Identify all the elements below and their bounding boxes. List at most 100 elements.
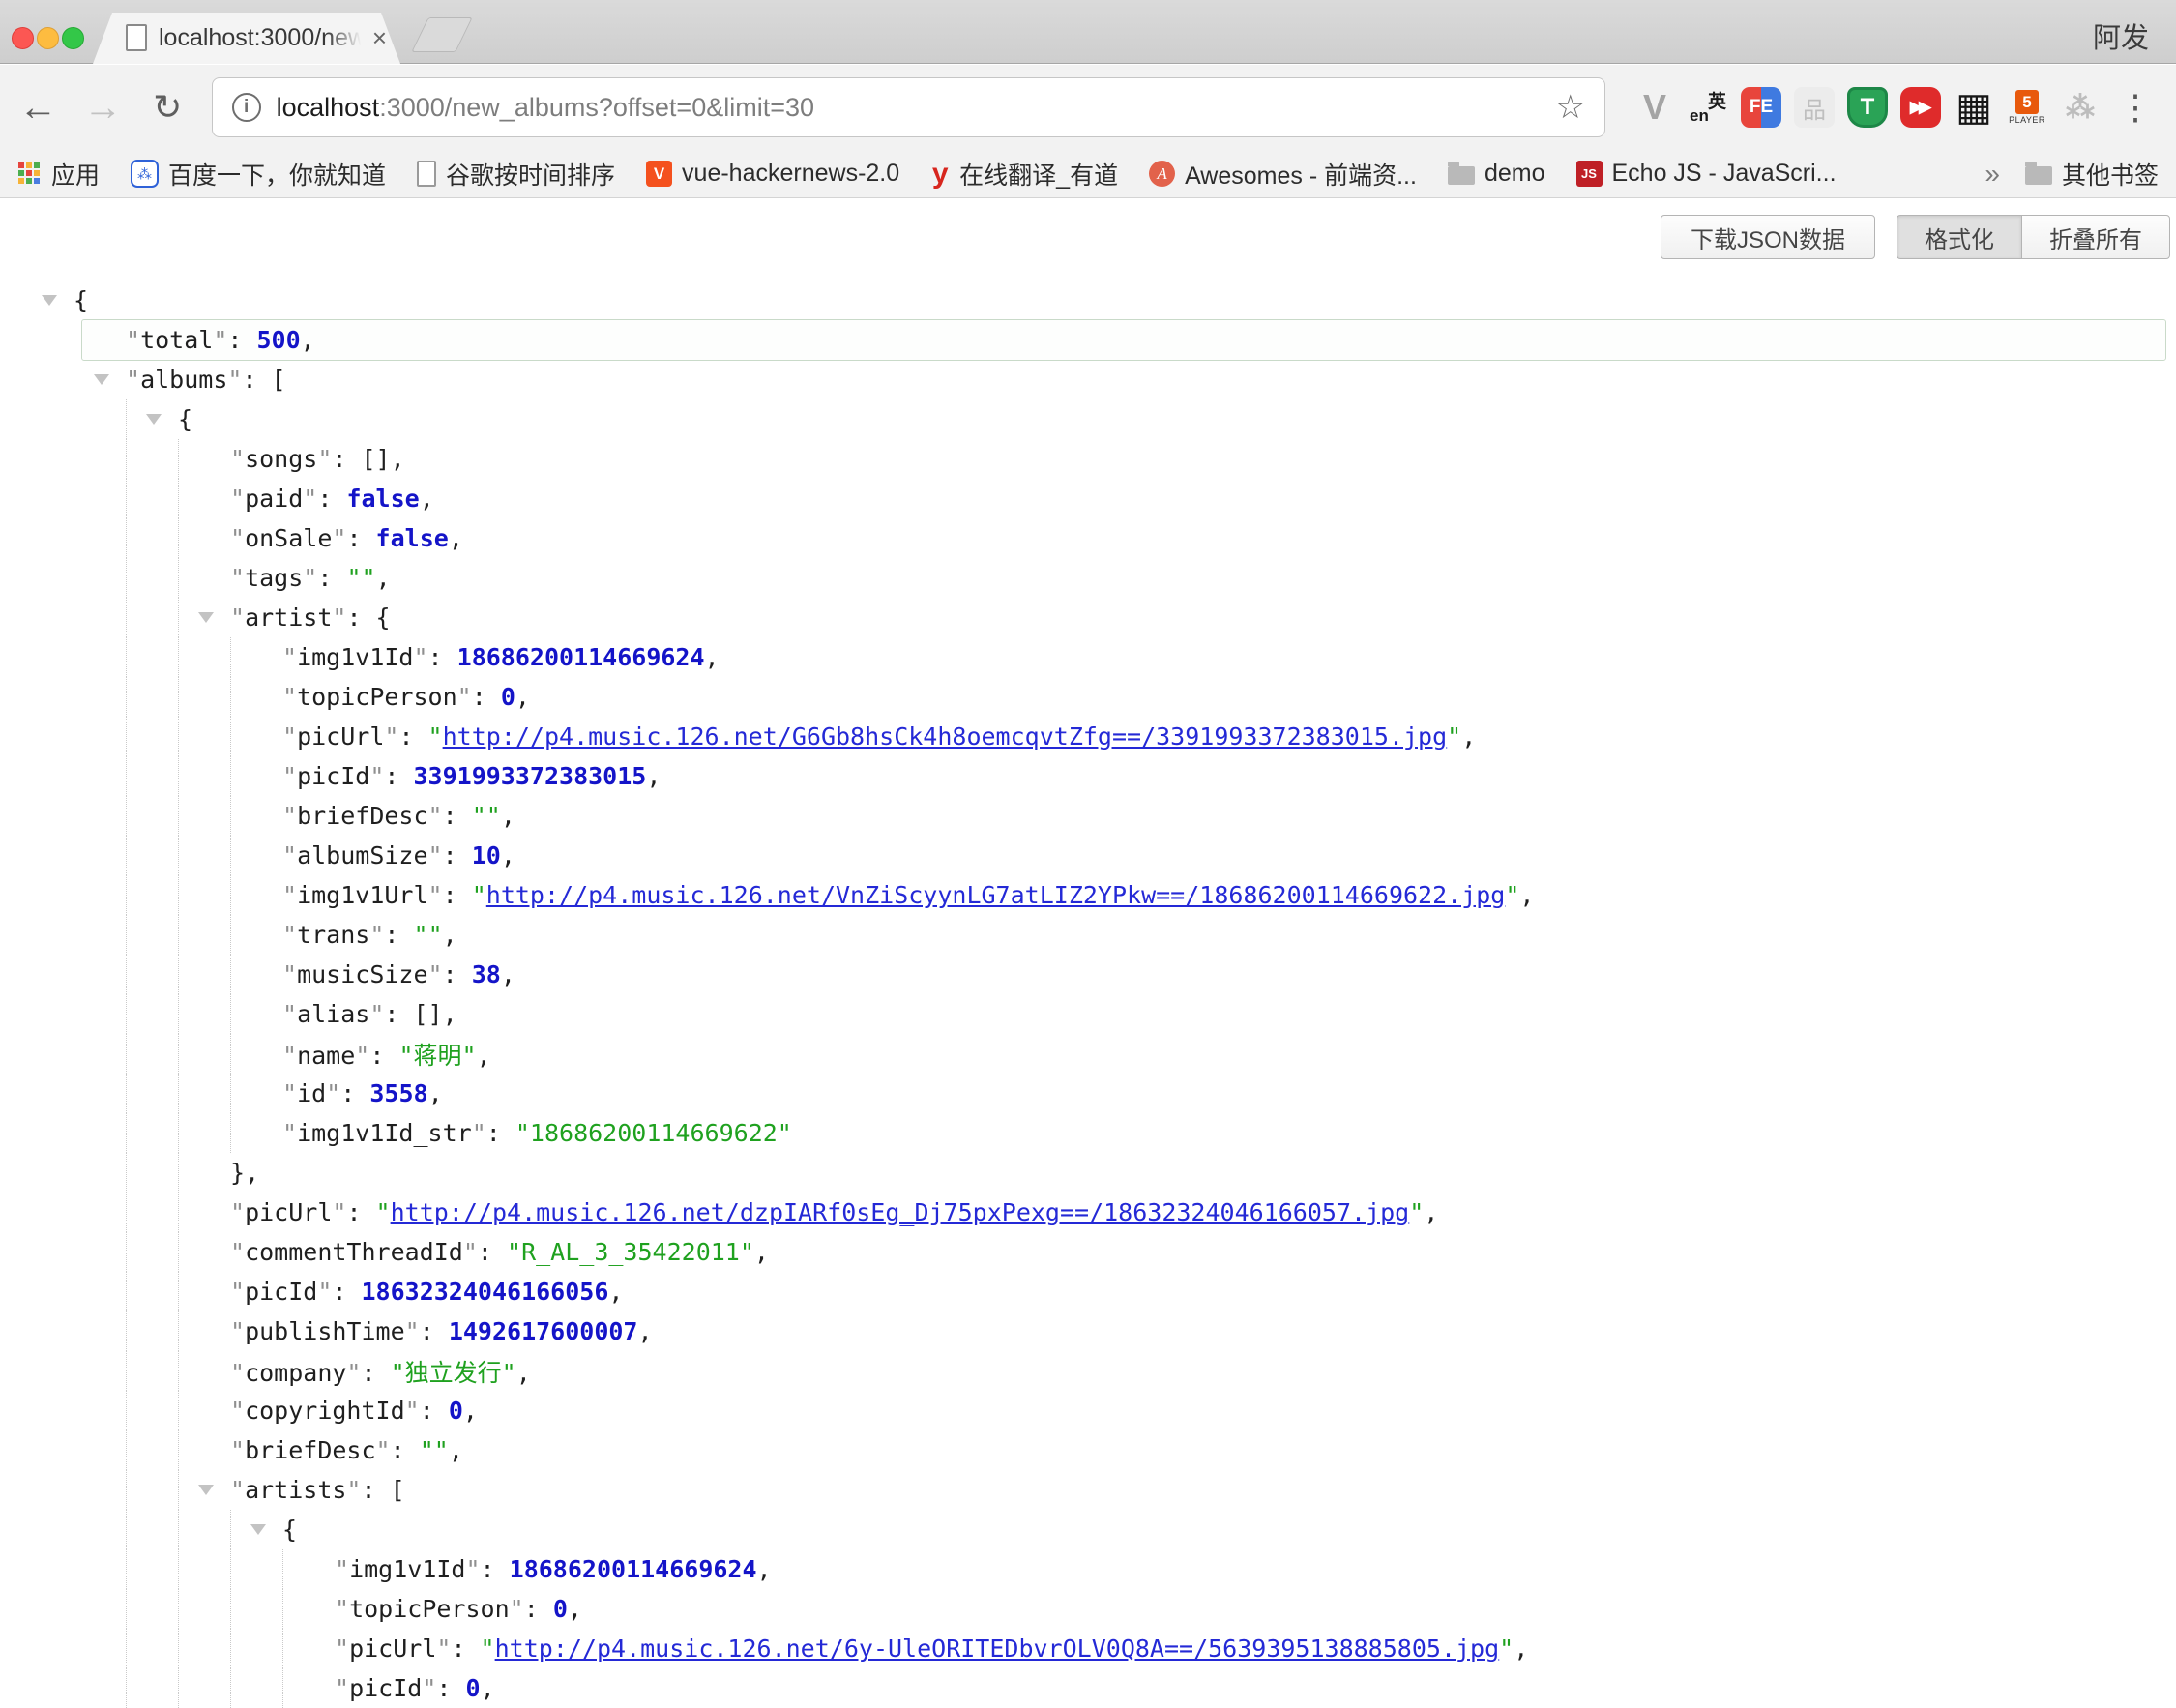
json-number: 3391993372383015 (414, 762, 647, 790)
json-line: "alias": [], (0, 994, 2176, 1034)
bookmark-label: 谷歌按时间排序 (446, 157, 615, 191)
json-line: "topicPerson": 0, (0, 1589, 2176, 1629)
page-icon (417, 161, 436, 187)
json-line-content: { (0, 405, 192, 433)
json-line-content: }, (0, 1159, 259, 1187)
json-key: img1v1Id (349, 1555, 465, 1583)
apps-grid-icon (17, 162, 42, 186)
json-key: publishTime (245, 1317, 405, 1345)
paw-icon[interactable]: ⁂ (2060, 87, 2101, 128)
json-url-link[interactable]: http://p4.music.126.net/dzpIARf0sEg_Dj75… (391, 1198, 1410, 1226)
json-line: "picUrl": "http://p4.music.126.net/6y-Ul… (0, 1629, 2176, 1668)
bookmark-echojs[interactable]: JSEcho JS - JavaScri... (1576, 160, 1837, 188)
download-json-button[interactable]: 下载JSON数据 (1661, 215, 1875, 259)
json-string: R_AL_3_35422011 (521, 1238, 740, 1266)
other-bookmarks[interactable]: 其他书签 (2025, 157, 2159, 191)
reload-button[interactable]: ↻ (147, 87, 189, 128)
json-number: 0 (466, 1674, 481, 1702)
json-url-link[interactable]: http://p4.music.126.net/G6Gb8hsCk4h8oemc… (443, 722, 1448, 751)
json-key: picId (349, 1674, 422, 1702)
json-line-content: "alias": [], (0, 1000, 457, 1028)
json-line-content: "artists": [ (0, 1476, 405, 1504)
browser-menu-icon[interactable]: ⋮ (2118, 87, 2153, 128)
json-line: "name": "蒋明", (0, 1034, 2176, 1074)
bookmark-demo[interactable]: demo (1448, 160, 1545, 188)
profile-name[interactable]: 阿发 (2093, 15, 2149, 56)
extension-icons: Ven英 FE 品T ▶▶ ▦ 5PLAYER ⁂ (1634, 87, 2101, 128)
bookmark-star-icon[interactable]: ☆ (1556, 88, 1585, 127)
back-button[interactable]: ← (17, 86, 59, 130)
json-line: "musicSize": 38, (0, 955, 2176, 994)
minimize-window-button[interactable] (37, 27, 59, 49)
bookmarks-overflow-icon[interactable]: » (1985, 159, 2000, 190)
json-url-link[interactable]: http://p4.music.126.net/VnZiScyynLG7atLI… (486, 881, 1506, 909)
json-key: img1v1Url (297, 881, 427, 909)
json-line: "img1v1Id": 18686200114669624, (0, 1549, 2176, 1589)
info-icon[interactable]: i (232, 93, 261, 122)
json-line-content: "commentThreadId": "R_AL_3_35422011", (0, 1238, 769, 1266)
json-key: paid (245, 485, 303, 513)
json-line-content: "company": "独立发行", (0, 1354, 531, 1389)
json-key: songs (245, 445, 317, 473)
json-line: "company": "独立发行", (0, 1351, 2176, 1391)
url-host: localhost (277, 93, 380, 123)
qr-code-icon[interactable]: ▦ (1954, 87, 1994, 128)
tampermonkey-icon[interactable]: T (1847, 87, 1888, 128)
json-url-link[interactable]: http://p4.music.126.net/6y-UleORITEDbvrO… (495, 1634, 1500, 1663)
bookmark-vue-hackernews[interactable]: Vvue-hackernews-2.0 (646, 160, 899, 188)
json-tree: {"total": 500,"albums": [{"songs": [],"p… (0, 280, 2176, 1708)
json-line-content: "songs": [], (0, 445, 405, 473)
json-line: { (0, 280, 2176, 320)
format-button[interactable]: 格式化 (1897, 215, 2021, 259)
browser-tab[interactable]: localhost:3000/new_albums?o × (93, 13, 400, 64)
json-key: tags (245, 564, 303, 592)
json-key: topicPerson (349, 1595, 510, 1623)
bookmark-baidu[interactable]: ⁂百度一下，你就知道 (131, 157, 386, 191)
new-tab-button[interactable] (411, 17, 473, 52)
bookmark-google-sort[interactable]: 谷歌按时间排序 (417, 157, 615, 191)
bookmark-label: Echo JS - JavaScri... (1612, 160, 1837, 188)
json-key: picId (297, 762, 369, 790)
json-line-content: "albums": [ (0, 366, 286, 394)
json-string: 蒋明 (414, 1042, 462, 1070)
json-key: artists (245, 1476, 346, 1504)
bookmark-apps[interactable]: 应用 (17, 157, 100, 191)
baidu-paw-icon: ⁂ (131, 160, 159, 188)
json-line: "picUrl": "http://p4.music.126.net/dzpIA… (0, 1193, 2176, 1232)
json-line-content: "picId": 18632324046166056, (0, 1278, 623, 1306)
collapse-all-button[interactable]: 折叠所有 (2021, 215, 2170, 259)
vue-devtools-icon[interactable]: V (1634, 87, 1675, 128)
tab-close-icon[interactable]: × (372, 23, 387, 52)
fe-helper-icon[interactable]: FE (1741, 87, 1781, 128)
json-key: onSale (245, 524, 332, 552)
json-line-content: "picUrl": "http://p4.music.126.net/6y-Ul… (0, 1634, 1528, 1663)
json-line: "id": 3558, (0, 1074, 2176, 1113)
translate-icon[interactable]: en英 (1688, 87, 1728, 128)
zoom-window-button[interactable] (62, 27, 84, 49)
forward-button: → (82, 86, 124, 130)
json-key: commentThreadId (245, 1238, 463, 1266)
json-line: "briefDesc": "", (0, 796, 2176, 836)
bookmark-youdao[interactable]: y在线翻译_有道 (930, 157, 1118, 191)
json-line: "img1v1Url": "http://p4.music.126.net/Vn… (0, 875, 2176, 915)
json-number: 500 (257, 326, 301, 354)
actions-row: 下载JSON数据 格式化 折叠所有 (1661, 215, 2170, 259)
address-bar[interactable]: i localhost :3000/new_albums?offset=0&li… (212, 77, 1605, 137)
json-line-content: "onSale": false, (0, 524, 463, 552)
json-key: trans (297, 921, 369, 949)
html5-player-icon[interactable]: 5PLAYER (2007, 87, 2047, 128)
json-punctuation: { (376, 604, 391, 632)
json-line: "tags": "", (0, 558, 2176, 598)
video-player-icon[interactable]: ▶▶ (1900, 87, 1941, 128)
json-line-content: { (0, 1516, 297, 1544)
sitemap-icon[interactable]: 品 (1794, 87, 1835, 128)
json-punctuation: { (282, 1516, 297, 1544)
json-line: "img1v1Id_str": "18686200114669622" (0, 1113, 2176, 1153)
json-line: "onSale": false, (0, 518, 2176, 558)
json-line: "albums": [ (0, 360, 2176, 399)
json-key: img1v1Id_str (297, 1119, 472, 1147)
bookmark-awesomes[interactable]: AAwesomes - 前端资... (1149, 157, 1417, 191)
close-window-button[interactable] (12, 27, 34, 49)
json-line: "artists": [ (0, 1470, 2176, 1510)
json-line-content: "picUrl": "http://p4.music.126.net/G6Gb8… (0, 722, 1476, 751)
